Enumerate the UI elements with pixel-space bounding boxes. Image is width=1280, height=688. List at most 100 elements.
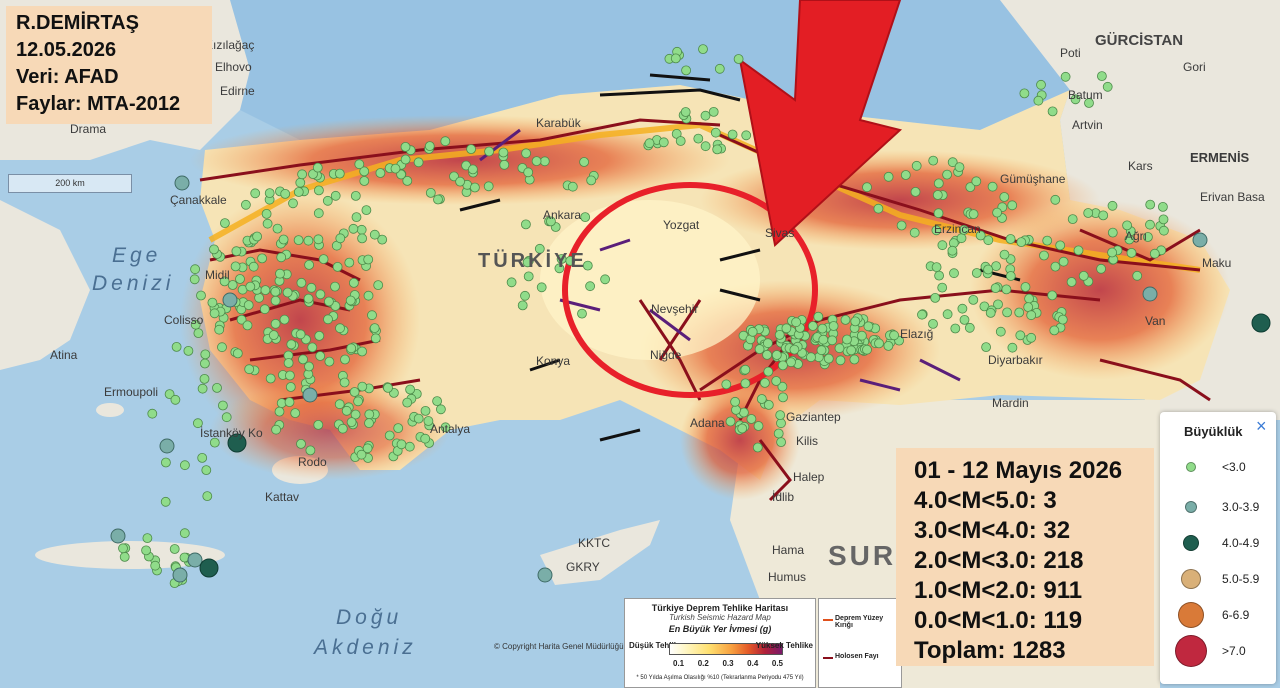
quake-point-3to4 bbox=[172, 567, 188, 583]
quake-point-lt3 bbox=[1005, 271, 1016, 281]
quake-point-lt3 bbox=[942, 309, 953, 320]
quake-point-lt3 bbox=[813, 311, 824, 322]
quake-point-lt3 bbox=[774, 329, 785, 340]
quake-point-lt3 bbox=[334, 399, 345, 410]
quake-point-lt3 bbox=[992, 207, 1002, 218]
quake-point-lt3 bbox=[775, 410, 786, 421]
quake-point-lt3 bbox=[351, 212, 362, 223]
legend-row: 5.0-5.9 bbox=[1160, 558, 1276, 598]
city-label: Artvin bbox=[1072, 118, 1103, 132]
quake-point-lt3 bbox=[710, 127, 721, 138]
quake-point-lt3 bbox=[483, 181, 494, 192]
quake-point-lt3 bbox=[862, 182, 872, 193]
quake-point-lt3 bbox=[763, 366, 774, 377]
quake-point-lt3 bbox=[1001, 284, 1012, 295]
quake-point-lt3 bbox=[288, 198, 298, 209]
quake-point-lt3 bbox=[284, 370, 295, 381]
hazard-high-label: Yüksek Tehlike bbox=[755, 641, 813, 650]
quake-point-lt3 bbox=[746, 414, 757, 424]
legend-label: 5.0-5.9 bbox=[1222, 572, 1260, 586]
quake-point-lt3 bbox=[469, 182, 480, 193]
quake-point-lt3 bbox=[402, 397, 413, 408]
quake-point-lt3 bbox=[1026, 310, 1037, 321]
quake-point-lt3 bbox=[199, 373, 210, 384]
quake-point-lt3 bbox=[335, 233, 346, 244]
quake-point-lt3 bbox=[196, 290, 206, 301]
quake-point-lt3 bbox=[842, 334, 852, 345]
quake-point-lt3 bbox=[296, 438, 306, 449]
quake-point-lt3 bbox=[396, 439, 407, 450]
city-label: Karabük bbox=[536, 116, 581, 130]
quake-point-lt3 bbox=[1057, 314, 1068, 325]
quake-point-lt3 bbox=[293, 235, 304, 246]
quake-point-lt3 bbox=[521, 148, 531, 159]
quake-point-lt3 bbox=[390, 163, 401, 174]
quake-point-lt3 bbox=[432, 396, 443, 407]
city-label: Kattav bbox=[265, 490, 300, 504]
city-label: Elhovo bbox=[215, 60, 252, 74]
faults-source-label: Faylar: MTA-2012 bbox=[16, 93, 181, 115]
quake-point-lt3 bbox=[313, 208, 324, 219]
quake-point-lt3 bbox=[341, 405, 352, 416]
quake-point-lt3 bbox=[337, 423, 348, 434]
quake-point-lt3 bbox=[118, 543, 128, 554]
city-label: Gori bbox=[1183, 60, 1206, 74]
scale-bar: 200 km bbox=[8, 174, 132, 193]
quake-point-lt3 bbox=[971, 176, 982, 187]
legend-row: 6-6.9 bbox=[1160, 594, 1276, 634]
city-label: Yozgat bbox=[663, 218, 700, 232]
quake-point-lt3 bbox=[644, 138, 655, 149]
city-label: Konya bbox=[536, 354, 571, 368]
city-label: Nevşehir bbox=[651, 302, 699, 316]
quake-point-lt3 bbox=[268, 330, 279, 341]
quake-point-lt3 bbox=[577, 308, 587, 319]
quake-point-lt3 bbox=[700, 141, 711, 152]
label-aegean-1: Ege bbox=[112, 244, 162, 267]
quake-point-lt3 bbox=[708, 107, 719, 117]
city-label: Mardin bbox=[992, 396, 1029, 410]
quake-point-lt3 bbox=[190, 264, 201, 275]
city-label: Gaziantep bbox=[786, 410, 841, 424]
quake-point-lt3 bbox=[828, 321, 839, 331]
quake-point-lt3 bbox=[816, 345, 827, 356]
quake-point-lt3 bbox=[740, 378, 751, 389]
quake-point-lt3 bbox=[383, 382, 393, 393]
quake-point-lt3 bbox=[808, 321, 818, 331]
quake-point-lt3 bbox=[1007, 342, 1018, 353]
quake-point-lt3 bbox=[1058, 256, 1069, 267]
quake-point-lt3 bbox=[413, 413, 424, 424]
quake-point-lt3 bbox=[928, 155, 939, 166]
quake-point-lt3 bbox=[1083, 208, 1094, 218]
quake-point-3to4 bbox=[1142, 286, 1158, 302]
quake-point-3to4 bbox=[537, 567, 553, 583]
label-armenia: ERMENİS bbox=[1190, 150, 1250, 165]
quake-point-lt3 bbox=[846, 345, 857, 356]
info-box: R.DEMİRTAŞ 12.05.2026 Veri: AFAD Faylar:… bbox=[6, 6, 212, 124]
city-label: Diyarbakır bbox=[988, 353, 1043, 367]
quake-point-lt3 bbox=[1149, 248, 1160, 259]
close-icon[interactable]: × bbox=[1256, 416, 1267, 437]
quake-point-lt3 bbox=[1050, 261, 1061, 272]
quake-point-4to5 bbox=[199, 558, 219, 578]
hazard-legend-heading: En Büyük Yer İvmesi (g) bbox=[668, 624, 772, 634]
quake-point-lt3 bbox=[789, 344, 800, 355]
quake-point-lt3 bbox=[773, 428, 784, 439]
quake-point-lt3 bbox=[752, 442, 763, 453]
quake-point-lt3 bbox=[580, 212, 591, 223]
summary-row: 1.0<M<2.0: 911 bbox=[914, 577, 1083, 604]
city-label: Poti bbox=[1060, 46, 1081, 60]
quake-point-lt3 bbox=[357, 381, 368, 392]
quake-point-lt3 bbox=[340, 354, 350, 365]
legend-label: 6-6.9 bbox=[1222, 608, 1250, 622]
quake-point-lt3 bbox=[1096, 263, 1106, 274]
quake-point-lt3 bbox=[999, 192, 1010, 202]
quake-point-lt3 bbox=[197, 383, 208, 394]
hazard-tick: 0.1 bbox=[673, 659, 685, 668]
quake-point-lt3 bbox=[334, 168, 345, 179]
legend-label: >7.0 bbox=[1222, 644, 1246, 658]
label-turkiye: TÜRKİYE bbox=[478, 250, 587, 272]
city-label: Maku bbox=[1202, 256, 1232, 270]
quake-point-3to4 bbox=[159, 438, 175, 454]
quake-point-lt3 bbox=[539, 156, 550, 167]
hazard-legend: Türkiye Deprem Tehlike Haritası Turkish … bbox=[624, 598, 816, 688]
